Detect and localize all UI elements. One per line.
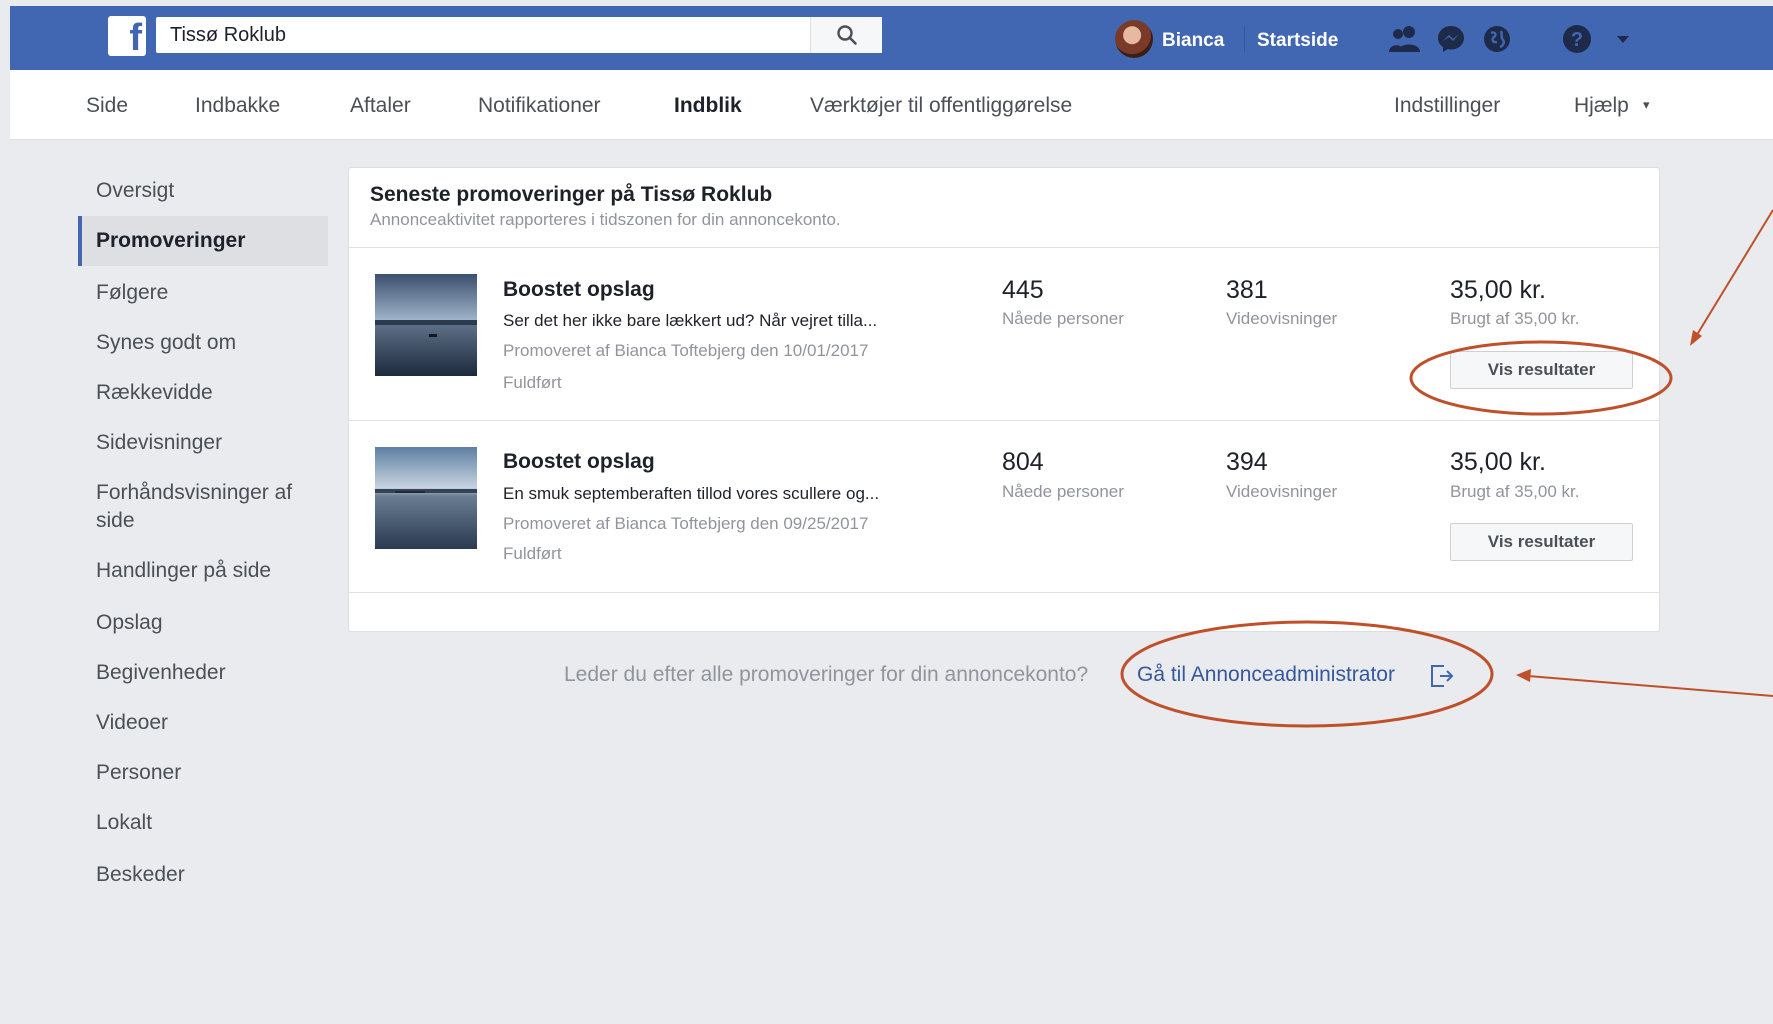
- card-title: Seneste promoveringer på Tissø Roklub: [370, 183, 773, 206]
- post-description: En smuk septemberaften tillod vores scul…: [503, 484, 880, 503]
- sidebar-item-opslag[interactable]: Opslag: [96, 609, 163, 637]
- view-results-button[interactable]: Vis resultater: [1450, 523, 1633, 561]
- search-button[interactable]: [810, 17, 882, 53]
- ads-manager-question: Leder du efter alle promoveringer for di…: [564, 663, 1089, 686]
- sidebar-item-page-previews[interactable]: Forhåndsvisninger af side: [96, 479, 326, 535]
- help-chevron-down-icon[interactable]: ▾: [1643, 97, 1650, 113]
- sidebar-item-oversigt[interactable]: Oversigt: [96, 177, 174, 205]
- top-bar: f Tissø Roklub Bianca Startside ?: [10, 6, 1773, 70]
- card-subtitle: Annonceaktivitet rapporteres i tidszonen…: [370, 210, 841, 229]
- sidebar-item-promoveringer[interactable]: Promoveringer: [96, 227, 245, 255]
- post-thumbnail-image[interactable]: [375, 447, 477, 549]
- annotation-arrow: [1690, 209, 1773, 346]
- post-promoted-by: Promoveret af Bianca Toftebjerg den 09/2…: [503, 514, 869, 533]
- annotation-arrow: [1516, 669, 1773, 697]
- post-thumbnail-image[interactable]: [375, 274, 477, 376]
- tab-publishing-tools[interactable]: Værktøjer til offentliggørelse: [810, 94, 1072, 118]
- divider: [349, 247, 1659, 248]
- sidebar-item-begivenheder[interactable]: Begivenheder: [96, 659, 226, 687]
- avatar[interactable]: [1115, 20, 1153, 58]
- account-menu-chevron-down-icon[interactable]: [1606, 22, 1640, 56]
- tab-side[interactable]: Side: [86, 94, 128, 118]
- post-title[interactable]: Boostet opslag: [503, 450, 655, 474]
- sidebar-item-personer[interactable]: Personer: [96, 759, 181, 787]
- view-results-button[interactable]: Vis resultater: [1450, 351, 1633, 389]
- ads-manager-link[interactable]: Gå til Annonceadministrator: [1137, 663, 1395, 687]
- sidebar-item-folgere[interactable]: Følgere: [96, 279, 168, 307]
- tab-indblik[interactable]: Indblik: [674, 94, 742, 118]
- notifications-globe-icon[interactable]: [1480, 22, 1514, 56]
- post-title[interactable]: Boostet opslag: [503, 278, 655, 302]
- post-status: Fuldført: [503, 373, 562, 392]
- video-views-label: Videovisninger: [1226, 482, 1338, 501]
- sidebar-item-synes-godt-om[interactable]: Synes godt om: [96, 329, 236, 357]
- reached-count: 804: [1002, 448, 1044, 476]
- help-icon[interactable]: ?: [1560, 22, 1594, 56]
- sidebar-item-sidevisninger[interactable]: Sidevisninger: [96, 429, 222, 457]
- video-views-label: Videovisninger: [1226, 309, 1338, 328]
- sidebar-item-lokalt[interactable]: Lokalt: [96, 809, 152, 837]
- tab-aftaler[interactable]: Aftaler: [350, 94, 411, 118]
- profile-link[interactable]: Bianca: [1162, 30, 1224, 52]
- video-views-count: 381: [1226, 276, 1268, 304]
- search-input[interactable]: Tissø Roklub: [156, 17, 882, 53]
- reached-label: Nåede personer: [1002, 309, 1124, 328]
- tab-notifikationer[interactable]: Notifikationer: [478, 94, 601, 118]
- amount-spent: 35,00 kr.: [1450, 448, 1546, 476]
- messenger-icon[interactable]: [1434, 22, 1468, 56]
- video-views-count: 394: [1226, 448, 1268, 476]
- post-status: Fuldført: [503, 544, 562, 563]
- sidebar-item-beskeder[interactable]: Beskeder: [96, 861, 185, 889]
- tab-indbakke[interactable]: Indbakke: [195, 94, 280, 118]
- post-description: Ser det her ikke bare lækkert ud? Når ve…: [503, 311, 878, 330]
- divider: [349, 592, 1659, 593]
- sidebar-item-raekkevidde[interactable]: Rækkevidde: [96, 379, 213, 407]
- sidebar-item-videoer[interactable]: Videoer: [96, 709, 168, 737]
- divider: [349, 420, 1659, 421]
- nav-separator: [1244, 26, 1245, 52]
- settings-link[interactable]: Indstillinger: [1394, 94, 1500, 118]
- facebook-logo-icon[interactable]: f: [108, 16, 146, 58]
- reached-label: Nåede personer: [1002, 482, 1124, 501]
- search-icon: [836, 25, 857, 45]
- help-link[interactable]: Hjælp: [1574, 94, 1629, 118]
- amount-spent: 35,00 kr.: [1450, 276, 1546, 304]
- active-tab-indicator: [652, 65, 766, 69]
- reached-count: 445: [1002, 276, 1044, 304]
- amount-spent-label: Brugt af 35,00 kr.: [1450, 482, 1580, 501]
- amount-spent-label: Brugt af 35,00 kr.: [1450, 309, 1580, 328]
- home-link[interactable]: Startside: [1257, 30, 1338, 52]
- friend-requests-icon[interactable]: [1388, 22, 1422, 56]
- sidebar-item-page-actions[interactable]: Handlinger på side: [96, 557, 271, 585]
- post-promoted-by: Promoveret af Bianca Toftebjerg den 10/0…: [503, 341, 869, 360]
- svg-text:?: ?: [1571, 29, 1583, 51]
- external-link-icon[interactable]: [1428, 662, 1456, 690]
